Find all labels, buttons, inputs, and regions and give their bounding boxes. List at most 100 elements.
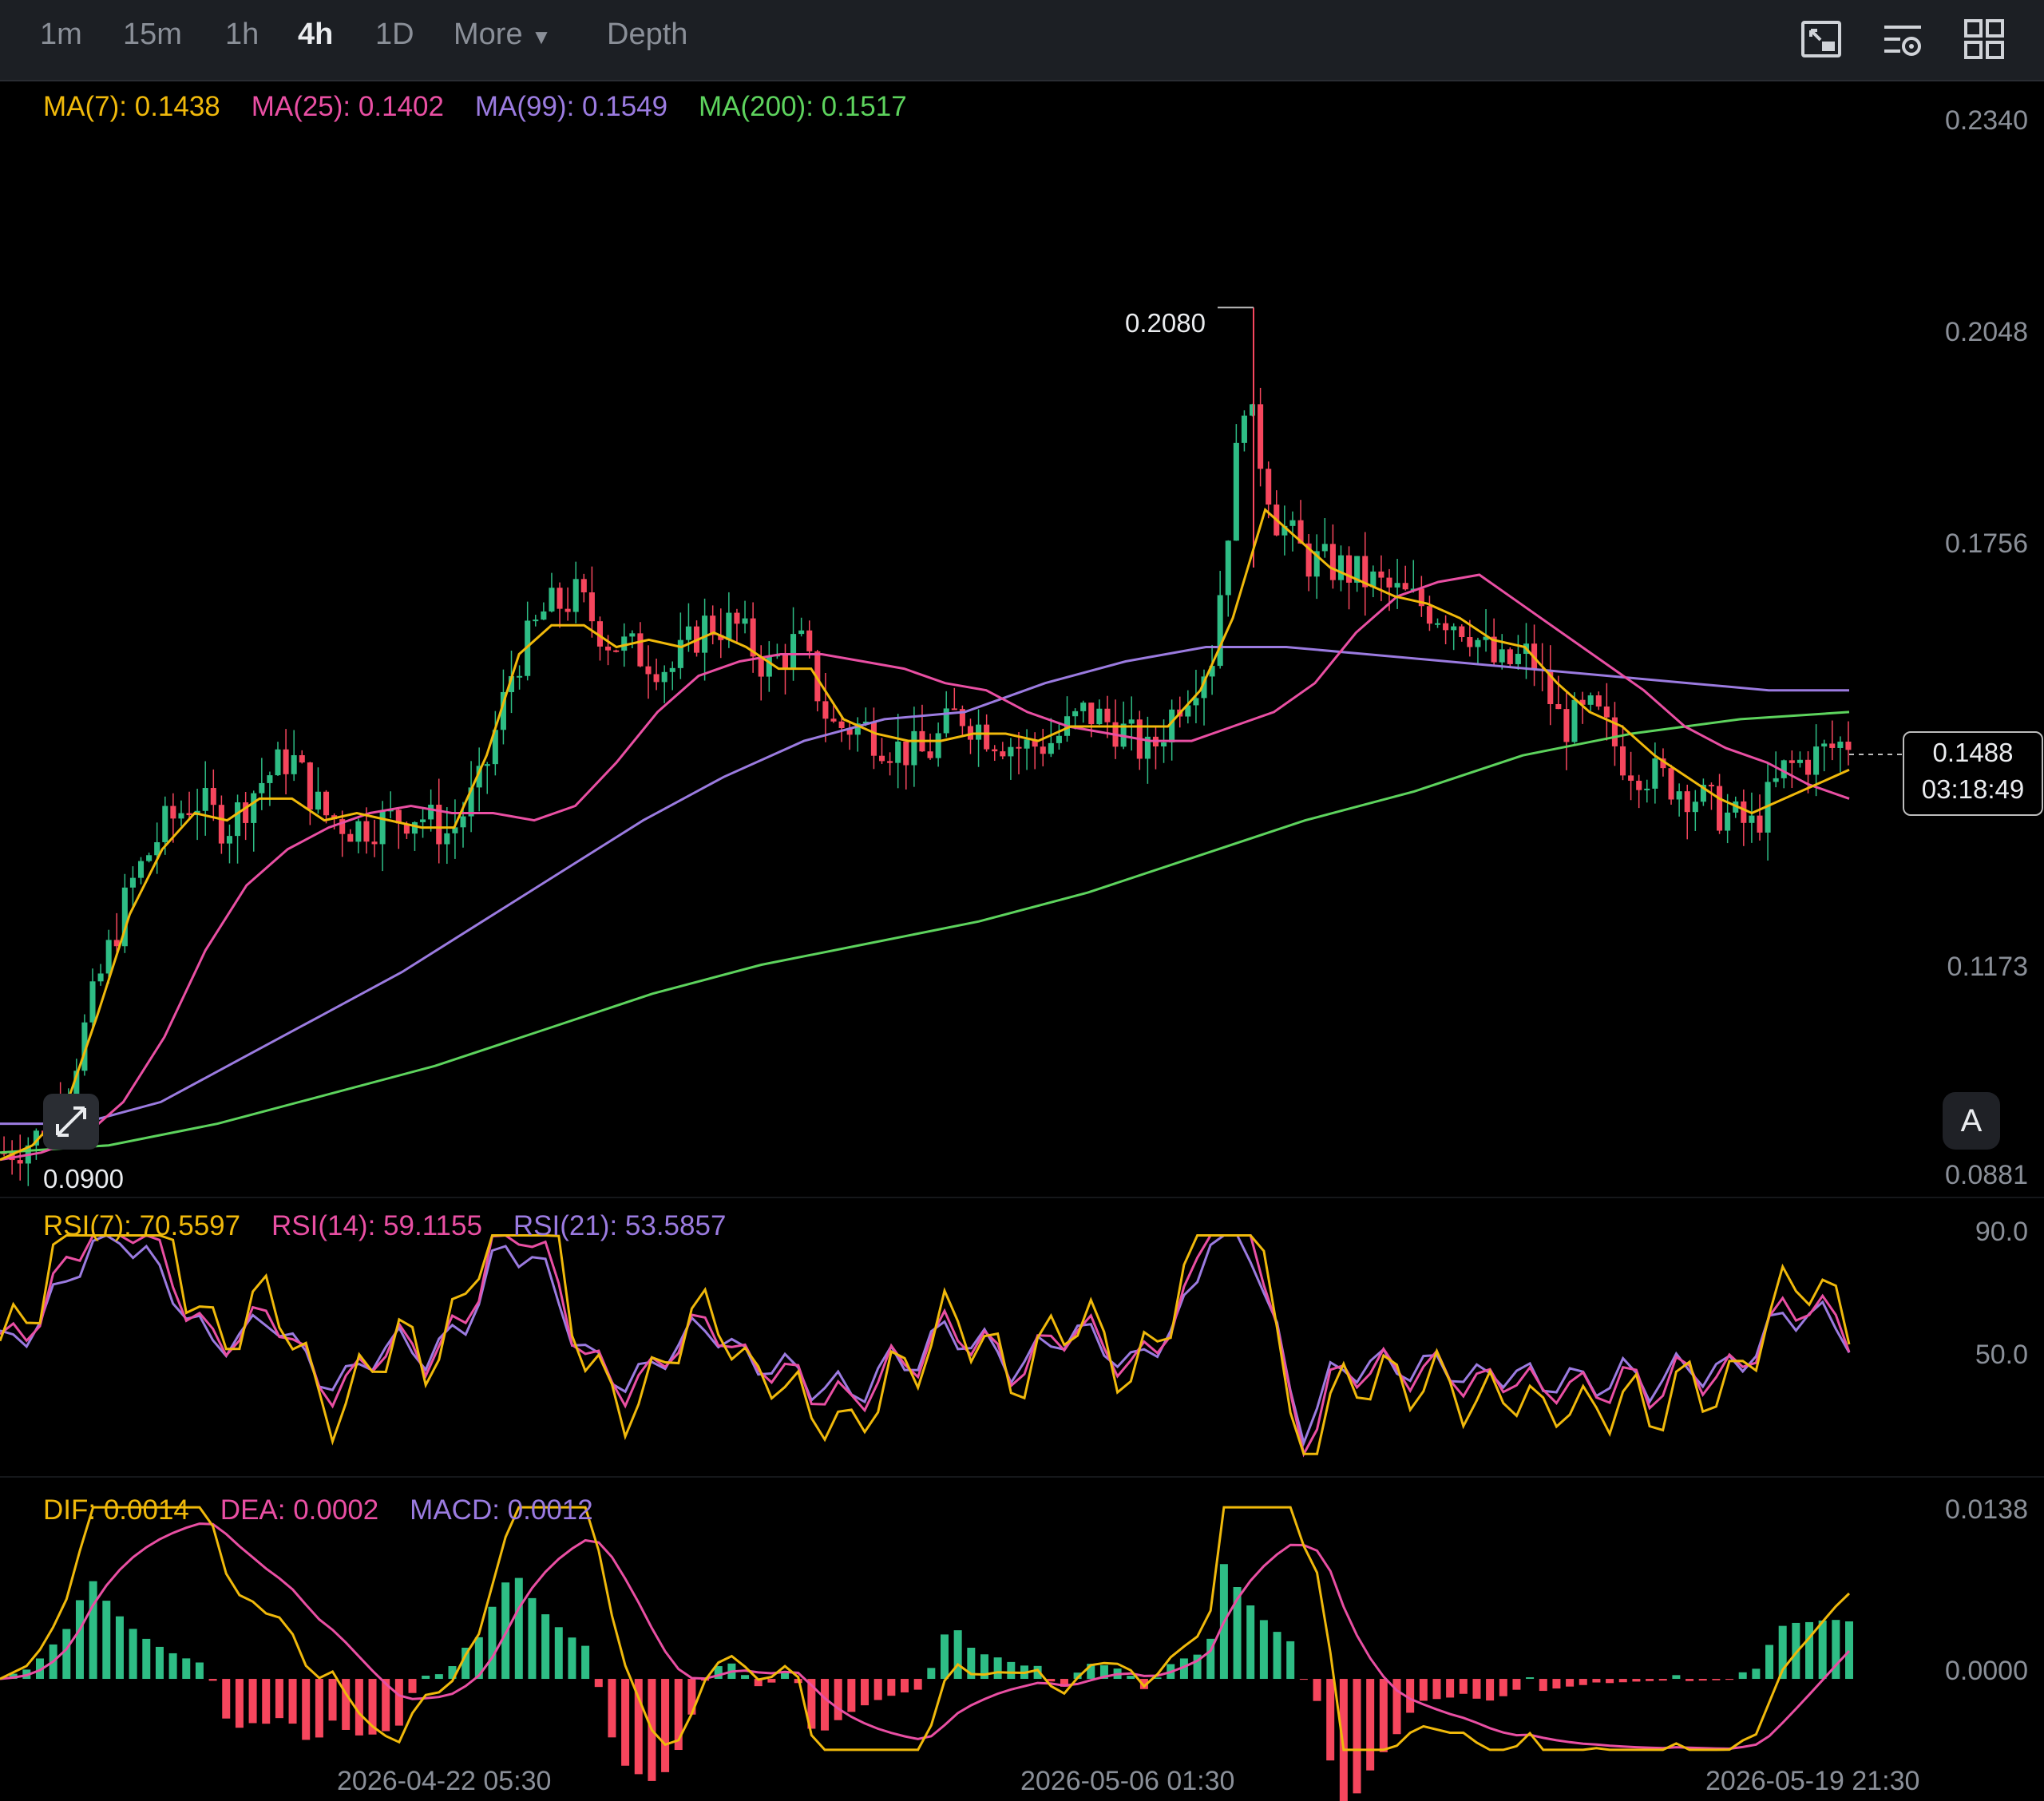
price-tick: 0.0881 [1945,1160,2028,1190]
candle-body [1507,649,1513,664]
macd-histogram-bar [1698,1679,1707,1681]
macd-histogram-bar [1592,1679,1601,1683]
candle-body [347,833,354,842]
candle-body [1080,703,1087,711]
expand-icon[interactable] [43,1094,99,1150]
macd-histogram-bar [302,1679,311,1740]
candle-body [766,656,772,677]
price-tick: 0.2340 [1945,105,2028,136]
candle-body [428,804,434,820]
candle-body [299,754,305,763]
tab-depth[interactable]: Depth [607,18,687,52]
tf-1d[interactable]: 1D [375,18,414,52]
candle-body [1048,742,1054,754]
candle-body [588,592,595,622]
candle-body [1725,812,1731,831]
tf-1m[interactable]: 1m [40,18,82,52]
candle-body [1024,739,1030,749]
macd-histogram-bar [528,1597,537,1680]
candle-body [1749,815,1755,823]
macd-histogram-bar [1765,1645,1774,1680]
candle-body [1619,746,1626,776]
ma7-line [0,507,1850,1162]
candle-body [1434,623,1441,625]
macd-histogram-bar [993,1657,1002,1680]
candle-body [1813,746,1820,775]
candle-body [186,813,192,816]
candle-body [1008,746,1014,757]
macd-histogram-bar [408,1679,417,1693]
candle-body [1402,583,1408,590]
candle-body [517,675,523,678]
macd-histogram-bar [1419,1679,1428,1701]
candle-body [1443,623,1449,631]
candle-body [1773,778,1779,782]
indicator-settings-icon[interactable] [1881,18,1924,61]
candle-body [202,788,208,811]
macd-histogram-bar [1259,1620,1268,1680]
macd-histogram-bar [1672,1675,1681,1680]
layout-grid-icon[interactable] [1963,18,2006,61]
candle-body [1708,785,1715,787]
rsi14-line [0,1233,1851,1458]
candle-body [887,761,893,763]
candle-body [1636,781,1642,790]
candle-body [838,721,845,728]
candle-body [1451,626,1457,631]
candle-body [1684,791,1690,813]
candle-body [251,793,257,823]
candle-body [129,877,136,888]
candle-body [1741,801,1747,823]
tf-15m[interactable]: 15m [123,18,182,52]
candle-body [1829,743,1836,748]
candle-body [1563,709,1570,742]
candle-body [1233,442,1239,541]
macd-histogram-bar [328,1679,337,1721]
candle-body [363,821,370,842]
candlestick-chart[interactable] [0,80,2044,1801]
more-dropdown[interactable]: More ▼ [454,18,552,52]
fullscreen-icon[interactable] [1800,18,1843,61]
candle-body [1668,768,1674,800]
candle-body [1821,743,1828,747]
candle-body [275,749,281,776]
candle-body [1289,520,1296,526]
candle-body [411,821,418,834]
macd-histogram-bar [767,1679,776,1683]
auto-scale-button[interactable]: A [1943,1092,2000,1150]
candle-body [1096,708,1103,725]
macd-histogram-bar [1566,1679,1575,1687]
macd-histogram-bar [1805,1621,1814,1680]
macd-histogram-bar [1845,1621,1853,1680]
date-tick: 2026-04-22 05:30 [337,1766,552,1796]
candle-body [1692,802,1698,813]
macd-histogram-bar [847,1679,856,1712]
candle-body [1161,742,1167,747]
candle-body [420,819,426,822]
candle-body [895,741,901,763]
low-price-label: 0.0900 [43,1164,124,1193]
price-tick: 0.1756 [1945,528,2028,559]
macd-histogram-bar [422,1676,430,1680]
macd-histogram-bar [1379,1679,1388,1752]
candle-body [1040,746,1046,754]
candle-body [1757,815,1763,833]
tf-4h[interactable]: 4h [298,18,333,52]
macd-histogram-bar [741,1675,750,1680]
candle-body [307,762,313,810]
candle-body [283,749,289,774]
candle-body [1386,577,1392,588]
macd-histogram-bar [89,1581,97,1680]
macd-histogram-bar [182,1658,191,1680]
ma-legend: MA(7): 0.1438 MA(25): 0.1402 MA(99): 0.1… [43,91,907,123]
macd-histogram-bar [1446,1679,1455,1698]
candle-body [1652,758,1658,789]
candle-body [226,836,233,844]
macd-histogram-bar [1686,1679,1694,1681]
dea-value: DEA: 0.0002 [220,1494,379,1526]
candle-body [1515,654,1521,664]
tf-1h[interactable]: 1h [225,18,259,52]
macd-histogram-bar [621,1679,630,1766]
candle-body [685,626,691,640]
macd-histogram-bar [873,1679,882,1700]
